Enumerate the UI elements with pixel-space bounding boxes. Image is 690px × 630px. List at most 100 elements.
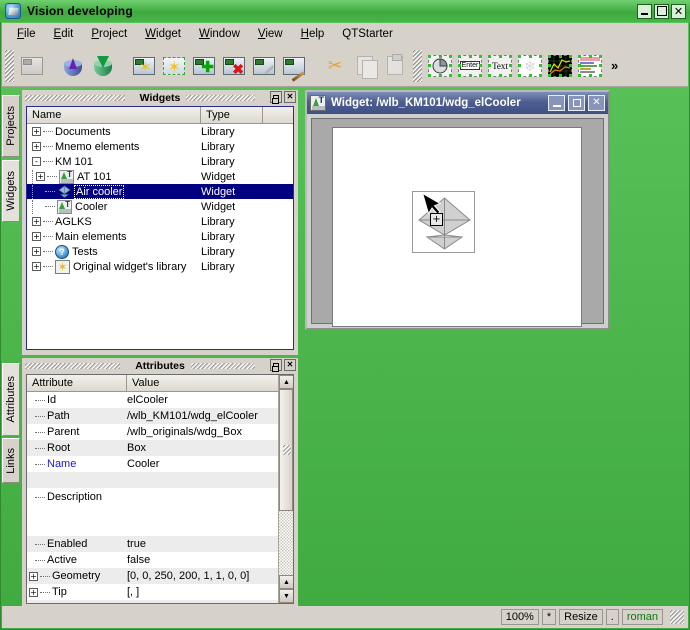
widget-delete-icon[interactable]: ✖ [221, 53, 247, 79]
table-row[interactable]: + AGLKS Library [27, 214, 293, 229]
attributes-scrollbar[interactable]: ▲ ▲ ▼ [278, 375, 293, 603]
widget-group-icon[interactable]: ✶ [161, 53, 187, 79]
sidebar-tab-links[interactable]: Links [2, 438, 20, 483]
widget-editor-close-button[interactable]: ✕ [588, 95, 605, 111]
status-font[interactable]: roman [622, 609, 663, 625]
table-row[interactable]: + Mnemo elements Library [27, 139, 293, 154]
form-text-icon[interactable]: Text [487, 53, 513, 79]
sidebar-tab-attributes[interactable]: Attributes [2, 363, 20, 436]
attributes-panel-float-button[interactable] [270, 359, 282, 371]
expander-icon[interactable]: + [32, 127, 41, 136]
attribute-row[interactable]: + Geometry [0, 0, 250, 200, 1, 1, 0, 0] [27, 568, 278, 584]
widget-new-icon[interactable]: ✶ [131, 53, 157, 79]
widget-edit-icon[interactable] [251, 53, 277, 79]
table-row[interactable]: + AT 101 Widget [27, 169, 293, 184]
widgets-panel-close-button[interactable]: ✕ [284, 91, 296, 103]
table-row[interactable]: + ✶ Original widget's library Library [27, 259, 293, 274]
scrollbar-thumb[interactable] [279, 389, 293, 511]
attribute-value[interactable]: /wlb_KM101/wdg_elCooler [127, 410, 278, 422]
scroll-down-button[interactable]: ▼ [279, 589, 294, 603]
attributes-col-attribute[interactable]: Attribute [27, 375, 127, 391]
attribute-value[interactable]: elCooler [127, 394, 278, 406]
attribute-row[interactable]: Name Cooler [27, 456, 278, 472]
attribute-value[interactable]: /wlb_originals/wdg_Box [127, 426, 278, 438]
cut-icon[interactable]: ✂ [322, 53, 348, 79]
expander-icon[interactable]: + [29, 572, 38, 581]
widget-canvas[interactable]: + [332, 127, 582, 327]
menu-edit[interactable]: Edit [45, 26, 83, 42]
close-button[interactable]: ✕ [671, 4, 686, 19]
widgets-tree[interactable]: Name Type + Documents Library + Mnemo el… [26, 106, 294, 350]
expander-icon[interactable]: + [32, 217, 41, 226]
maximize-button[interactable] [654, 4, 669, 19]
menu-view[interactable]: View [249, 26, 292, 42]
sidebar-tab-widgets[interactable]: Widgets [2, 160, 20, 222]
attribute-row[interactable]: + Tip [, ] [27, 584, 278, 600]
form-entry-icon[interactable]: Enter [457, 53, 483, 79]
table-row[interactable]: + Main elements Library [27, 229, 293, 244]
attribute-value[interactable]: true [127, 538, 278, 550]
attribute-value[interactable]: [, ] [127, 586, 278, 598]
widget-paint-icon[interactable] [281, 53, 307, 79]
expander-icon[interactable]: + [32, 232, 41, 241]
widget-editor-maximize-button[interactable] [568, 95, 585, 111]
widget-editor-viewport[interactable]: + [311, 118, 604, 324]
widget-editor-window[interactable]: Widget: /wlb_KM101/wdg_elCooler ✕ [305, 90, 610, 330]
scroll-down-button-upper[interactable]: ▲ [279, 575, 294, 589]
protocol-icon[interactable] [577, 53, 603, 79]
toolbar-grip-2[interactable] [413, 50, 422, 82]
table-row-selected[interactable]: Air cooler Widget [27, 184, 293, 199]
attributes-panel-close-button[interactable]: ✕ [284, 359, 296, 371]
media-icon[interactable]: ❄ [517, 53, 543, 79]
scroll-up-button[interactable]: ▲ [279, 375, 294, 389]
menu-project[interactable]: Project [82, 26, 136, 42]
project-manager-icon[interactable] [19, 53, 45, 79]
attribute-row[interactable]: Description [27, 488, 278, 506]
attribute-row[interactable]: Id elCooler [27, 392, 278, 408]
expander-icon[interactable]: + [32, 247, 41, 256]
status-mode[interactable]: Resize [559, 609, 603, 625]
toolbar-grip-1[interactable] [5, 50, 14, 82]
attribute-row[interactable]: Active false [27, 552, 278, 568]
status-zoom[interactable]: 100% [501, 609, 539, 625]
widget-editor-minimize-button[interactable] [548, 95, 565, 111]
menu-help[interactable]: Help [292, 26, 334, 42]
menu-file[interactable]: File [8, 26, 45, 42]
diagram-icon[interactable] [547, 53, 573, 79]
menu-window[interactable]: Window [190, 26, 249, 42]
widgets-tree-col-name[interactable]: Name [27, 107, 201, 123]
shape-icon[interactable] [427, 53, 453, 79]
attribute-row[interactable]: Root Box [27, 440, 278, 456]
copy-icon[interactable] [352, 53, 378, 79]
expander-icon[interactable]: + [36, 172, 45, 181]
widget-editor-title-bar[interactable]: Widget: /wlb_KM101/wdg_elCooler ✕ [307, 92, 608, 114]
widget-add-icon[interactable]: ✚ [191, 53, 217, 79]
attributes-table[interactable]: Attribute Value Id elCooler Path /wlb_KM… [26, 374, 294, 604]
toolbar-overflow-button[interactable]: » [611, 58, 618, 73]
minimize-button[interactable] [637, 4, 652, 19]
air-cooler-shape[interactable]: + [412, 191, 475, 253]
attribute-value[interactable]: false [127, 554, 278, 566]
table-row[interactable]: + Documents Library [27, 124, 293, 139]
scrollbar-track[interactable] [279, 511, 293, 575]
attribute-value[interactable]: [0, 0, 250, 200, 1, 1, 0, 0] [127, 570, 278, 582]
expander-icon[interactable]: - [32, 157, 41, 166]
widgets-tree-col-type[interactable]: Type [201, 107, 263, 123]
paste-icon[interactable] [382, 53, 408, 79]
db-save-icon[interactable] [90, 53, 116, 79]
attributes-col-value[interactable]: Value [127, 375, 278, 391]
status-dot[interactable]: . [606, 609, 619, 625]
table-row[interactable]: - KM 101 Library [27, 154, 293, 169]
menu-qtstarter[interactable]: QTStarter [333, 26, 401, 42]
window-resize-grip[interactable] [670, 610, 684, 624]
attribute-row[interactable]: Enabled true [27, 536, 278, 552]
attribute-value[interactable]: Cooler [127, 458, 278, 470]
attribute-value[interactable]: Box [127, 442, 278, 454]
widgets-panel-float-button[interactable] [270, 91, 282, 103]
table-row[interactable]: Cooler Widget [27, 199, 293, 214]
status-modified[interactable]: * [542, 609, 556, 625]
table-row[interactable]: + ? Tests Library [27, 244, 293, 259]
sidebar-tab-projects[interactable]: Projects [2, 95, 20, 157]
attribute-row[interactable]: Path /wlb_KM101/wdg_elCooler [27, 408, 278, 424]
db-load-icon[interactable] [60, 53, 86, 79]
